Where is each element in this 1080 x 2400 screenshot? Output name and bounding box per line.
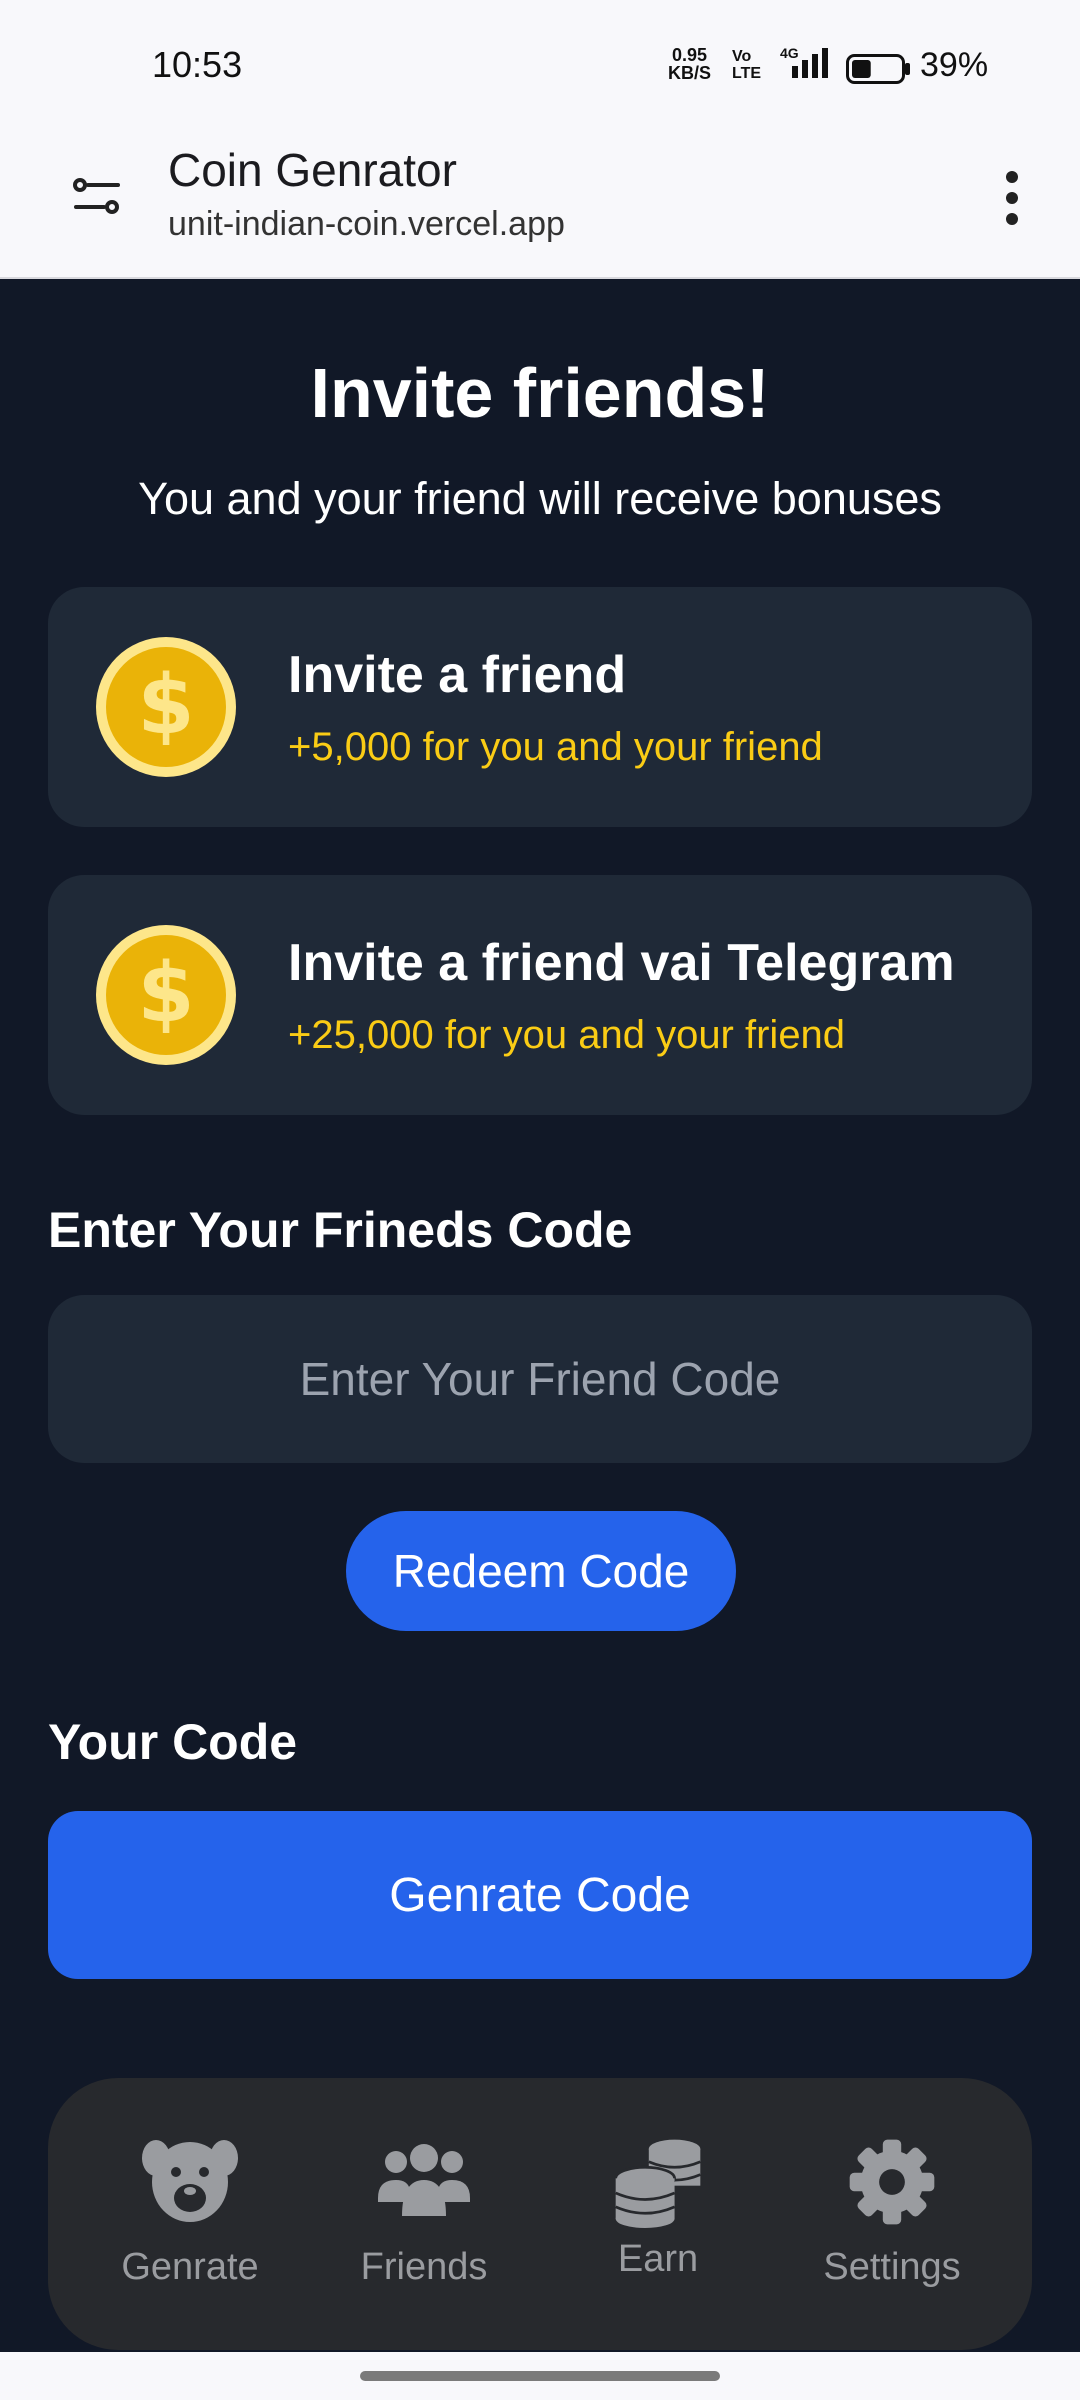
gear-icon [849, 2139, 935, 2225]
nav-label: Settings [823, 2246, 961, 2288]
dollar-coin-icon: $ [96, 637, 236, 777]
home-indicator[interactable] [360, 2371, 720, 2381]
svg-text:$: $ [137, 658, 194, 753]
invite-friend-card[interactable]: $ Invite a friend +5,000 for you and you… [48, 587, 1032, 827]
invite-telegram-card[interactable]: $ Invite a friend vai Telegram +25,000 f… [48, 875, 1032, 1115]
battery-icon [846, 54, 910, 84]
network-type: 4G [780, 46, 799, 61]
svg-text:$: $ [137, 946, 194, 1041]
signal-icon: 4G [780, 46, 828, 78]
nav-item-earn[interactable]: Earn [558, 2136, 758, 2306]
page-url[interactable]: unit-indian-coin.vercel.app [168, 205, 565, 244]
net-speed-unit: KB/S [668, 63, 712, 83]
generate-code-button[interactable]: Genrate Code [48, 1811, 1032, 1979]
redeem-code-button[interactable]: Redeem Code [346, 1511, 736, 1631]
invite-heading: Invite friends! [310, 354, 770, 432]
your-code-label: Your Code [48, 1714, 298, 1770]
browser-header: Coin Genrator unit-indian-coin.vercel.ap… [0, 125, 1080, 279]
more-vert-icon[interactable] [992, 163, 1032, 233]
nav-item-settings[interactable]: Settings [792, 2136, 992, 2306]
card-reward: +25,000 for you and your friend [288, 1013, 846, 1057]
status-bar: 10:53 0.95 KB/S Vo LTE 4G 39% [0, 0, 1080, 125]
card-title: Invite a friend vai Telegram [288, 934, 955, 992]
status-time: 10:53 [152, 44, 243, 85]
volte-bottom: LTE [732, 65, 762, 82]
net-speed: 0.95 KB/S [668, 46, 711, 82]
invite-subtitle: You and your friend will receive bonuses [138, 473, 942, 524]
bear-face-icon [142, 2140, 238, 2222]
friend-code-input[interactable] [48, 1295, 1032, 1463]
nav-label: Friends [360, 2246, 488, 2288]
dollar-coin-icon: $ [96, 925, 236, 1065]
net-speed-value: 0.95 [671, 45, 708, 65]
card-title: Invite a friend [288, 646, 627, 704]
nav-item-friends[interactable]: Friends [324, 2136, 524, 2306]
tune-icon[interactable] [72, 167, 122, 227]
coins-stack-icon [614, 2139, 701, 2228]
volte-indicator: Vo LTE [732, 48, 761, 82]
users-icon [378, 2144, 470, 2216]
volte-top: Vo [732, 48, 752, 65]
page-title: Coin Genrator [168, 144, 457, 196]
friend-code-label: Enter Your Frineds Code [48, 1202, 633, 1258]
nav-label: Genrate [121, 2246, 259, 2288]
battery-percent: 39% [920, 46, 989, 84]
nav-item-genrate[interactable]: Genrate [90, 2136, 290, 2306]
card-reward: +5,000 for you and your friend [288, 725, 823, 769]
bottom-nav: Genrate Friends Earn Settings [48, 2078, 1032, 2350]
nav-label: Earn [617, 2238, 699, 2280]
